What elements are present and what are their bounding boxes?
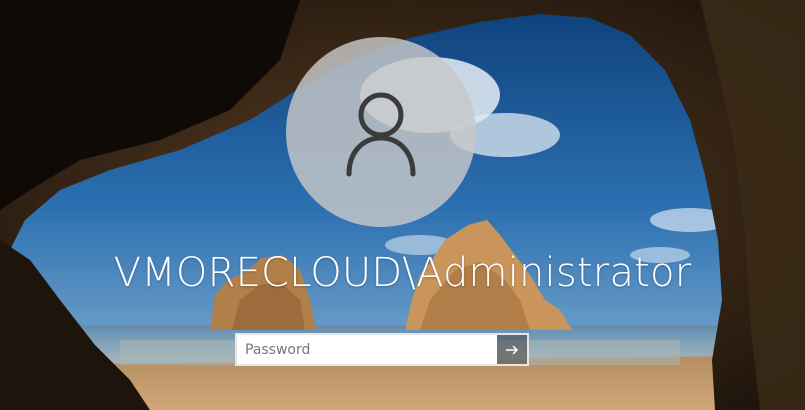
password-row: [235, 333, 529, 366]
user-icon: [346, 92, 416, 177]
password-input[interactable]: [235, 333, 497, 366]
arrow-right-icon: [506, 344, 519, 355]
submit-button[interactable]: [497, 333, 529, 366]
user-avatar: [286, 37, 476, 227]
username-label: VMORECLOUD\Administrator: [113, 250, 692, 296]
